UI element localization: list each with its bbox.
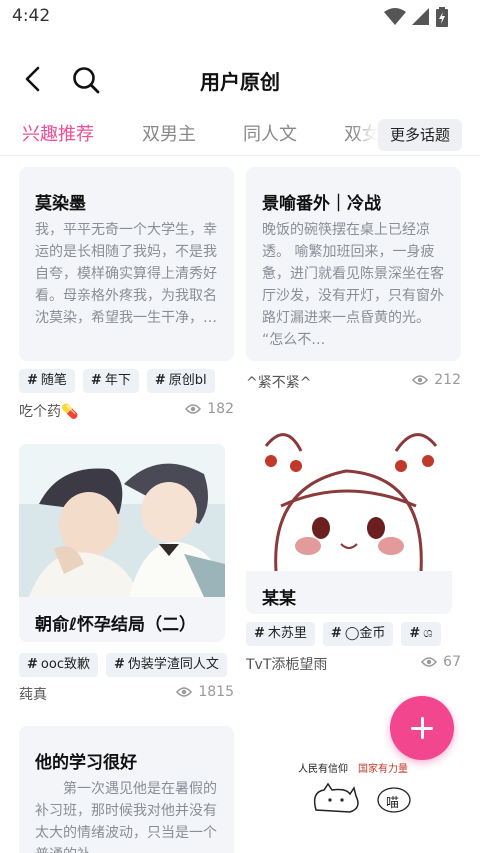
tab-interest-recommend[interactable]: 兴趣推荐 — [22, 120, 94, 146]
view-count: 182 — [185, 401, 234, 417]
eye-icon — [421, 657, 438, 667]
eye-icon — [412, 375, 429, 385]
post-tags-4: # 木苏里 # ◯金币 # ශ — [246, 622, 461, 646]
tag[interactable]: # 原创bl — [146, 369, 215, 393]
post-card-3[interactable]: 朝俞ℓ怀孕结局（二） — [19, 444, 225, 642]
post-meta-1: 吃个药💊 182 — [19, 401, 234, 421]
post-card-4[interactable]: 某某 — [246, 416, 452, 614]
post-title: 某某 — [262, 589, 296, 609]
meme-caption-left: 人民有信仰 — [298, 764, 348, 775]
author-name[interactable]: ^紧不紧^ — [246, 372, 311, 392]
battery-icon — [436, 7, 448, 27]
more-topics-button[interactable]: 更多话题 — [377, 119, 462, 151]
post-excerpt: 晚饭的碗筷摆在桌上已经凉透。 喻繁加班回来，一身疲惫，进门就看见陈景深坐在客厅沙… — [262, 222, 444, 348]
status-bar: 4:42 — [0, 0, 480, 34]
post-tags-3: # ooc致歉 # 伪装学渣同人文 — [19, 653, 234, 677]
signal-icon — [412, 8, 429, 25]
cat-doodle — [313, 782, 411, 813]
status-time: 4:42 — [12, 6, 51, 26]
post-title: 景喻番外｜冷战 — [262, 194, 381, 214]
post-meta-2: ^紧不紧^ 212 — [246, 372, 461, 392]
header: 用户原创 — [0, 52, 480, 108]
post-meta-4: TvT添栀望雨 67 — [246, 654, 461, 674]
author-name[interactable]: TvT添栀望雨 — [246, 654, 327, 674]
tag[interactable]: # ශ — [401, 622, 441, 646]
eye-icon — [185, 404, 202, 414]
tag[interactable]: # 年下 — [82, 369, 139, 393]
tag[interactable]: # 随笔 — [19, 369, 75, 393]
post-title: 他的学习很好 — [35, 753, 137, 773]
post-meta-3: 莼真 1815 — [19, 684, 234, 704]
tag[interactable]: # ooc致歉 — [19, 653, 98, 677]
tag[interactable]: # ◯金币 — [322, 622, 394, 646]
tag[interactable]: # 伪装学渣同人文 — [105, 653, 227, 677]
view-count: 67 — [421, 654, 461, 670]
post-title: 朝俞ℓ怀孕结局（二） — [35, 615, 197, 635]
wifi-icon — [384, 8, 406, 25]
post-tags-1: # 随笔 # 年下 # 原创bl — [19, 369, 234, 393]
tab-fanfic[interactable]: 同人文 — [243, 120, 297, 146]
page-title: 用户原创 — [200, 70, 280, 94]
post-title: 莫染墨 — [35, 194, 86, 214]
post-card-2[interactable]: 景喻番外｜冷战 晚饭的碗筷摆在桌上已经凉透。 喻繁加班回来，一身疲惫，进门就看见… — [246, 167, 461, 361]
topic-tabs: 兴趣推荐 双男主 同人文 双女主 更多话题 — [0, 112, 480, 156]
chibi-drawing-image — [246, 416, 452, 571]
meme-caption-right: 国家有力量 — [358, 764, 408, 775]
tab-double-male[interactable]: 双男主 — [142, 120, 196, 146]
author-name[interactable]: 莼真 — [19, 684, 47, 704]
post-card-1[interactable]: 莫染墨 我，平平无奇一个大学生，幸运的是长相随了我妈，不是我自夸，模样确实算得上… — [19, 167, 234, 361]
post-excerpt: 第一次遇见他是在暑假的补习班，那时候我对他并没有太大的情绪波动，只当是一个普通的… — [35, 781, 217, 853]
meme-bubble-text: 喵 — [386, 796, 400, 811]
illustration-image — [19, 444, 225, 597]
tag[interactable]: # 木苏里 — [246, 622, 315, 646]
post-card-5[interactable]: 他的学习很好 第一次遇见他是在暑假的补习班，那时候我对他并没有太大的情绪波动，只… — [19, 726, 234, 853]
post-excerpt: 我，平平无奇一个大学生，幸运的是长相随了我妈，不是我自夸，模样确实算得上清秀好看… — [35, 222, 217, 326]
tabs-divider — [0, 155, 480, 156]
status-icons — [384, 7, 448, 27]
view-count: 212 — [412, 372, 461, 388]
author-name[interactable]: 吃个药💊 — [19, 401, 78, 421]
eye-icon — [176, 687, 193, 697]
create-post-button[interactable] — [390, 696, 454, 760]
view-count: 1815 — [176, 684, 234, 700]
